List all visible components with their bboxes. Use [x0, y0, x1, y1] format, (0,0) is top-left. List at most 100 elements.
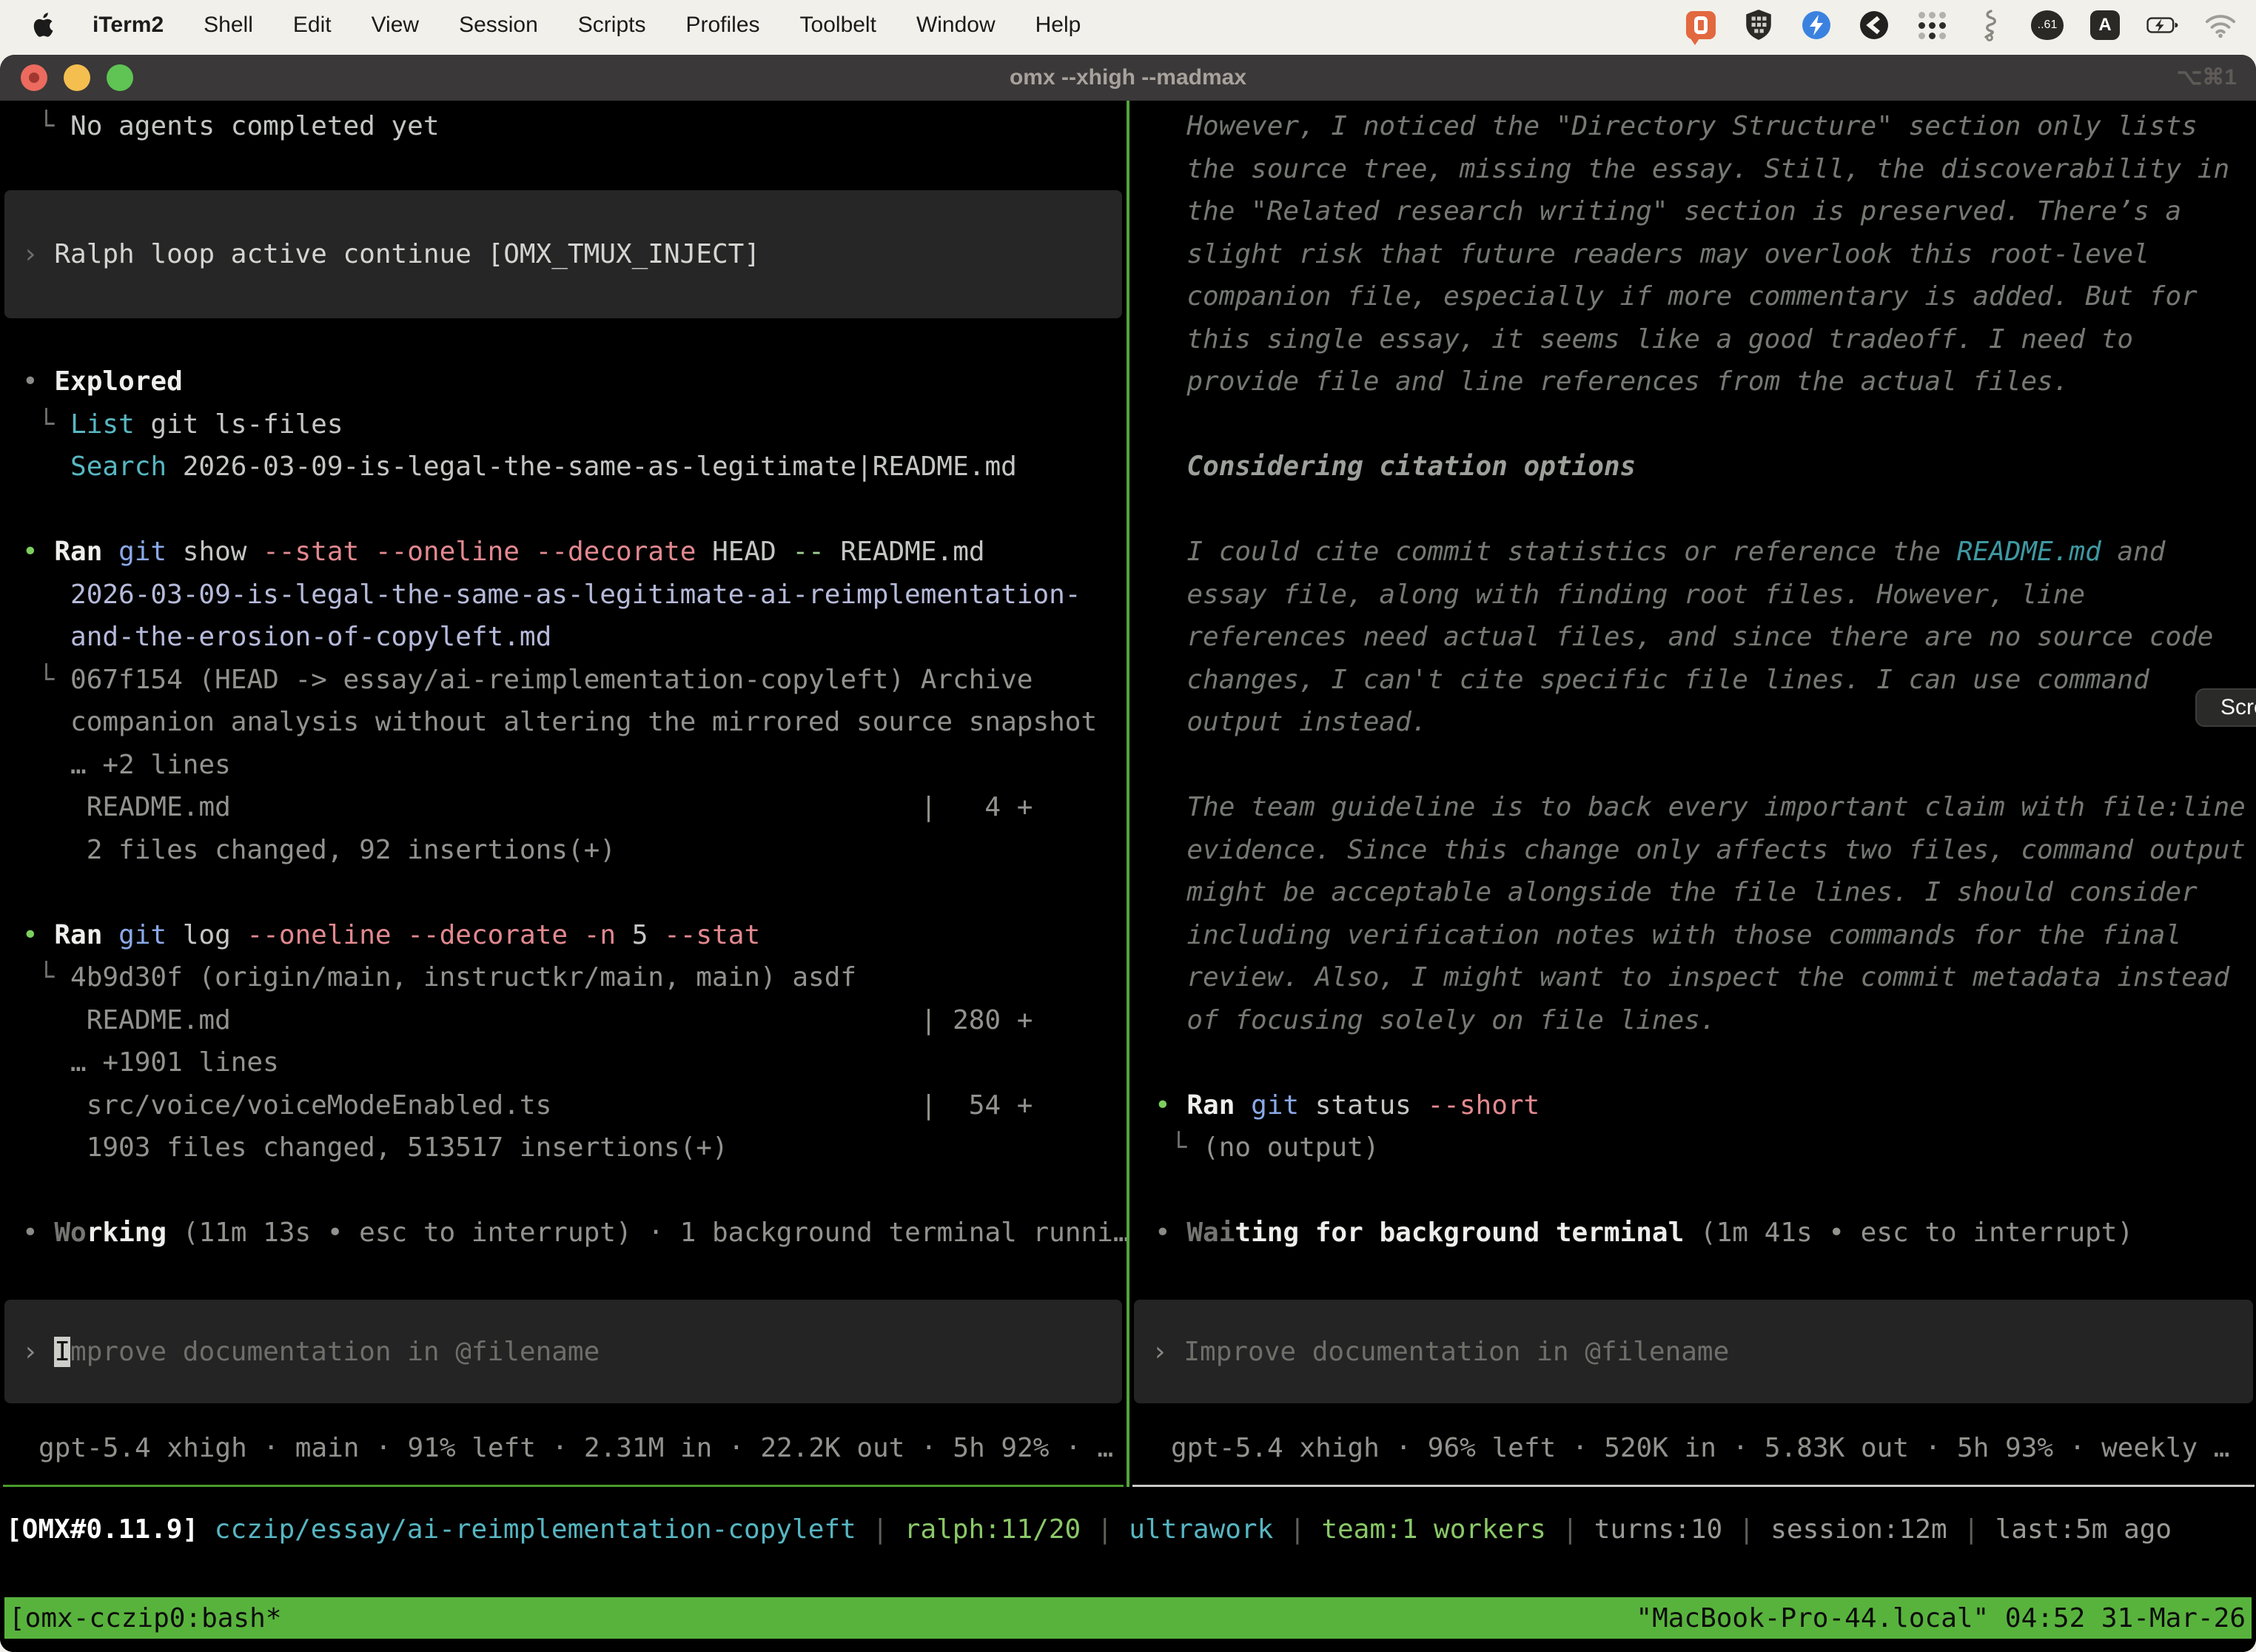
terminal-line: I could cite commit statistics or refere… — [1155, 531, 2256, 574]
terminal-line: 2 files changed, 92 insertions(+) — [22, 829, 1127, 872]
terminal-line: 2026-03-09-is-legal-the-same-as-legitima… — [22, 574, 1127, 617]
terminal-line — [22, 148, 1127, 191]
right-pane-rows: However, I noticed the "Directory Struct… — [1129, 105, 2256, 1255]
chat-bubble-inner — [1694, 16, 1708, 34]
terminal-line: Considering citation options — [1155, 446, 2256, 488]
percent-badge: ..61 — [2031, 10, 2064, 40]
menu-item-view[interactable]: View — [352, 0, 439, 50]
squiggle-icon[interactable] — [1973, 9, 2006, 41]
terminal-line: README.md | 280 + — [22, 999, 1127, 1042]
terminal-line: README.md | 4 + — [22, 786, 1127, 829]
terminal-line: … +2 lines — [22, 744, 1127, 787]
input-source-icon[interactable]: A — [2089, 9, 2121, 41]
left-pane[interactable]: └ No agents completed yet › Ralph loop ac… — [0, 101, 1127, 1652]
terminal-line — [1155, 1041, 2256, 1084]
terminal-line: might be acceptable alongside the file l… — [1155, 871, 2256, 914]
menu-item-window[interactable]: Window — [896, 0, 1015, 50]
terminal-line: └ 067f154 (HEAD -> essay/ai-reimplementa… — [22, 659, 1127, 702]
terminal-line: evidence. Since this change only affects… — [1155, 829, 2256, 872]
menu-item-session[interactable]: Session — [439, 0, 558, 50]
window-shortcut-badge: ⌥⌘1 — [2177, 55, 2237, 101]
terminal-line — [1155, 1169, 2256, 1212]
right-prompt-input[interactable]: › Improve documentation in @filename — [1134, 1300, 2253, 1403]
prompt-chevron-icon: › — [22, 1337, 54, 1367]
left-input-text: mprove documentation in @filename — [70, 1337, 600, 1367]
terminal-line: provide file and line references from th… — [1155, 360, 2256, 403]
text-cursor: I — [54, 1337, 70, 1367]
terminal-line: • Waiting for background terminal (1m 41… — [1155, 1212, 2256, 1255]
terminal-line: • Ran git log --oneline --decorate -n 5 … — [22, 914, 1127, 957]
menu-item-profiles[interactable]: Profiles — [665, 0, 779, 50]
terminal-line: including verification notes with those … — [1155, 914, 2256, 957]
menu-items: iTerm2ShellEditViewSessionScriptsProfile… — [73, 0, 1101, 50]
window-title: omx --xhigh --madmax — [0, 55, 2256, 101]
terminal-line: › Ralph loop active continue [OMX_TMUX_I… — [22, 233, 1127, 276]
terminal-line: However, I noticed the "Directory Struct… — [1155, 105, 2256, 148]
right-status-line: gpt-5.4 xhigh · 96% left · 520K in · 5.8… — [1129, 1427, 2256, 1470]
terminal-line: references need actual files, and since … — [1155, 616, 2256, 659]
terminal-line: changes, I can't cite specific file line… — [1155, 659, 2256, 702]
menu-item-shell[interactable]: Shell — [184, 0, 273, 50]
left-prompt-input[interactable]: › Improve documentation in @filename — [4, 1300, 1122, 1403]
menu-item-edit[interactable]: Edit — [273, 0, 352, 50]
title-bar: omx --xhigh --madmax ⌥⌘1 — [0, 55, 2256, 101]
terminal-line: • Working (11m 13s • esc to interrupt) ·… — [22, 1212, 1127, 1255]
menu-item-scripts[interactable]: Scripts — [558, 0, 666, 50]
right-pane-border — [1132, 1485, 2255, 1487]
menu-item-help[interactable]: Help — [1015, 0, 1101, 50]
terminal-line — [1155, 744, 2256, 787]
terminal-line — [22, 488, 1127, 531]
terminal-line: companion file, especially if more comme… — [1155, 275, 2256, 318]
left-pane-border — [3, 1485, 1124, 1487]
terminal-line — [22, 275, 1127, 318]
left-pane-rows: └ No agents completed yet › Ralph loop ac… — [0, 105, 1127, 1255]
percent-badge-icon[interactable]: ..61 — [2031, 9, 2064, 41]
omx-status-bar: [OMX#0.11.9] cczip/essay/ai-reimplementa… — [0, 1508, 2256, 1551]
terminal-line: └ 4b9d30f (origin/main, instructkr/main,… — [22, 956, 1127, 999]
apple-icon[interactable] — [30, 10, 55, 40]
right-input-text: Improve documentation in @filename — [1184, 1337, 1729, 1367]
dots-grid-icon[interactable] — [1916, 9, 1948, 41]
terminal-line — [1155, 403, 2256, 446]
chevron-circle-icon[interactable] — [1858, 9, 1890, 41]
screen-tooltip: Scre — [2195, 688, 2256, 727]
dots-grid — [1918, 12, 1946, 39]
terminal-line: src/voice/voiceModeEnabled.ts | 54 + — [22, 1084, 1127, 1127]
menu-bar: iTerm2ShellEditViewSessionScriptsProfile… — [0, 0, 2256, 50]
terminal-line: review. Also, I might want to inspect th… — [1155, 956, 2256, 999]
terminal-line: and-the-erosion-of-copyleft.md — [22, 616, 1127, 659]
terminal-line: • Ran git status --short — [1155, 1084, 2256, 1127]
terminal-line: the source tree, missing the essay. Stil… — [1155, 148, 2256, 191]
chat-bubble-shape — [1686, 11, 1716, 39]
terminal-line — [22, 1169, 1127, 1212]
terminal-line: └ No agents completed yet — [22, 105, 1127, 148]
terminal-line — [22, 318, 1127, 361]
status-icons: ..61 A — [1685, 9, 2237, 41]
terminal-line: essay file, along with finding root file… — [1155, 574, 2256, 617]
battery-charging-icon[interactable] — [2146, 9, 2179, 41]
terminal-line: 1903 files changed, 513517 insertions(+) — [22, 1126, 1127, 1169]
terminal-line — [22, 190, 1127, 233]
prompt-chevron-icon: › — [1152, 1337, 1184, 1367]
terminal-line: of focusing solely on file lines. — [1155, 999, 2256, 1042]
shield-icon[interactable] — [1742, 9, 1775, 41]
terminal-line: • Ran git show --stat --oneline --decora… — [22, 531, 1127, 574]
terminal-line: the "Related research writing" section i… — [1155, 190, 2256, 233]
menu-item-toolbelt[interactable]: Toolbelt — [780, 0, 896, 50]
tmux-host-clock: "MacBook-Pro-44.local" 04:52 31-Mar-26 — [1636, 1603, 2252, 1633]
tmux-status-bar: [omx-cczip0:bash* "MacBook-Pro-44.local"… — [4, 1597, 2252, 1639]
wifi-icon[interactable] — [2204, 9, 2237, 41]
terminal-line: └ List git ls-files — [22, 403, 1127, 446]
terminal-line — [22, 871, 1127, 914]
terminal-area: └ No agents completed yet › Ralph loop ac… — [0, 101, 2256, 1652]
terminal-line: companion analysis without altering the … — [22, 701, 1127, 744]
chat-bubble-icon[interactable] — [1685, 9, 1717, 41]
bolt-circle-icon[interactable] — [1800, 9, 1833, 41]
terminal-line: [OMX#0.11.9] cczip/essay/ai-reimplementa… — [0, 1508, 2256, 1551]
terminal-line: Search 2026-03-09-is-legal-the-same-as-l… — [22, 446, 1127, 488]
left-status-line: gpt-5.4 xhigh · main · 91% left · 2.31M … — [0, 1427, 1127, 1470]
menu-item-iterm2[interactable]: iTerm2 — [73, 0, 184, 50]
terminal-line: slight risk that future readers may over… — [1155, 233, 2256, 276]
right-pane[interactable]: However, I noticed the "Directory Struct… — [1129, 101, 2256, 1652]
iterm-window: omx --xhigh --madmax ⌥⌘1 └ No agents com… — [0, 55, 2256, 1652]
